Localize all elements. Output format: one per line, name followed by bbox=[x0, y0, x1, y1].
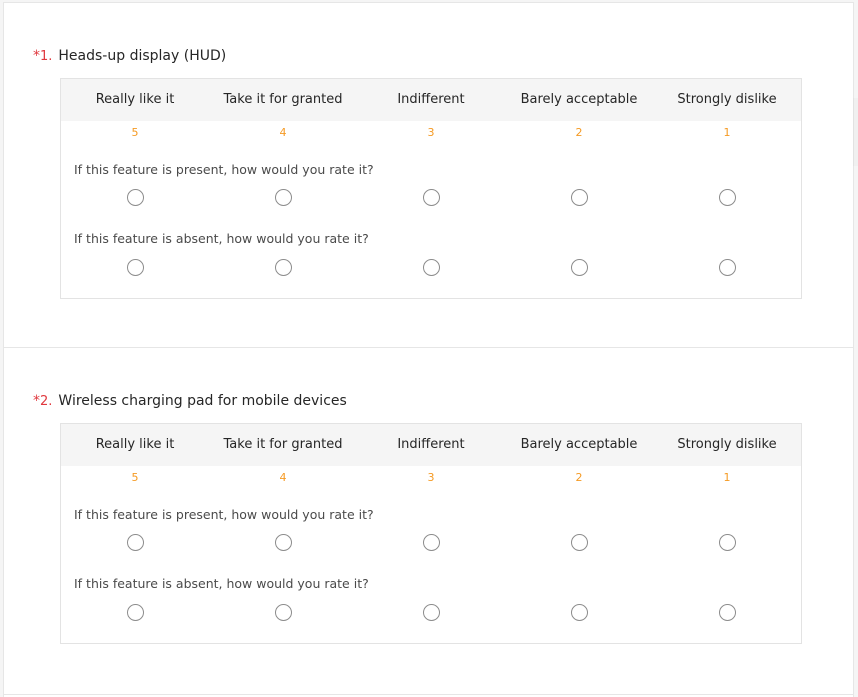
present-radio-really-like[interactable] bbox=[126, 189, 144, 206]
present-prompt: If this feature is present, how would yo… bbox=[74, 507, 374, 522]
question-title: * 2. Wireless charging pad for mobile de… bbox=[33, 393, 347, 409]
question-title: * 1. Heads-up display (HUD) bbox=[33, 48, 226, 64]
present-radio-barely-acceptable[interactable] bbox=[570, 189, 588, 206]
score-label: 2 bbox=[575, 471, 583, 484]
present-radio-strongly-dislike[interactable] bbox=[718, 534, 736, 551]
option-label-indifferent: Indifferent bbox=[397, 437, 465, 452]
score-label: 1 bbox=[723, 126, 731, 139]
absent-radio-take-for-granted[interactable] bbox=[274, 259, 292, 276]
option-label-take-for-granted: Take it for granted bbox=[223, 437, 343, 452]
absent-radio-strongly-dislike[interactable] bbox=[718, 604, 736, 621]
question-card-2: * 2. Wireless charging pad for mobile de… bbox=[3, 347, 854, 695]
present-radio-take-for-granted[interactable] bbox=[274, 189, 292, 206]
matrix-header: Really like it Take it for granted Indif… bbox=[61, 79, 801, 121]
score-label: 5 bbox=[131, 126, 139, 139]
absent-radio-strongly-dislike[interactable] bbox=[718, 259, 736, 276]
score-label: 4 bbox=[279, 126, 287, 139]
absent-radio-really-like[interactable] bbox=[126, 604, 144, 621]
required-mark: * bbox=[33, 393, 40, 409]
present-radio-strongly-dislike[interactable] bbox=[718, 189, 736, 206]
absent-radio-indifferent[interactable] bbox=[422, 259, 440, 276]
side-panel-edge bbox=[853, 98, 858, 166]
absent-prompt: If this feature is absent, how would you… bbox=[74, 231, 369, 246]
option-label-barely-acceptable: Barely acceptable bbox=[520, 437, 638, 452]
matrix-header: Really like it Take it for granted Indif… bbox=[61, 424, 801, 466]
score-label: 1 bbox=[723, 471, 731, 484]
option-label-indifferent: Indifferent bbox=[397, 92, 465, 107]
score-label: 3 bbox=[427, 126, 435, 139]
present-radio-indifferent[interactable] bbox=[422, 189, 440, 206]
required-mark: * bbox=[33, 48, 40, 64]
absent-radio-take-for-granted[interactable] bbox=[274, 604, 292, 621]
absent-radio-indifferent[interactable] bbox=[422, 604, 440, 621]
absent-radio-really-like[interactable] bbox=[126, 259, 144, 276]
question-title-text: Heads-up display (HUD) bbox=[58, 48, 227, 64]
absent-prompt: If this feature is absent, how would you… bbox=[74, 576, 369, 591]
option-label-really-like: Really like it bbox=[95, 437, 175, 452]
rating-matrix: Really like it Take it for granted Indif… bbox=[60, 78, 802, 299]
question-number: 1. bbox=[40, 49, 53, 64]
absent-radio-barely-acceptable[interactable] bbox=[570, 604, 588, 621]
present-radio-indifferent[interactable] bbox=[422, 534, 440, 551]
question-card-1: * 1. Heads-up display (HUD) Really like … bbox=[3, 2, 854, 348]
rating-matrix: Really like it Take it for granted Indif… bbox=[60, 423, 802, 644]
option-label-strongly-dislike: Strongly dislike bbox=[677, 437, 777, 452]
score-label: 2 bbox=[575, 126, 583, 139]
present-prompt: If this feature is present, how would yo… bbox=[74, 162, 374, 177]
question-number: 2. bbox=[40, 394, 53, 409]
score-label: 3 bbox=[427, 471, 435, 484]
present-radio-barely-acceptable[interactable] bbox=[570, 534, 588, 551]
option-label-take-for-granted: Take it for granted bbox=[223, 92, 343, 107]
present-radio-really-like[interactable] bbox=[126, 534, 144, 551]
score-label: 5 bbox=[131, 471, 139, 484]
present-radio-take-for-granted[interactable] bbox=[274, 534, 292, 551]
absent-radio-barely-acceptable[interactable] bbox=[570, 259, 588, 276]
score-label: 4 bbox=[279, 471, 287, 484]
question-title-text: Wireless charging pad for mobile devices bbox=[58, 393, 347, 409]
option-label-barely-acceptable: Barely acceptable bbox=[520, 92, 638, 107]
option-label-really-like: Really like it bbox=[95, 92, 175, 107]
option-label-strongly-dislike: Strongly dislike bbox=[677, 92, 777, 107]
